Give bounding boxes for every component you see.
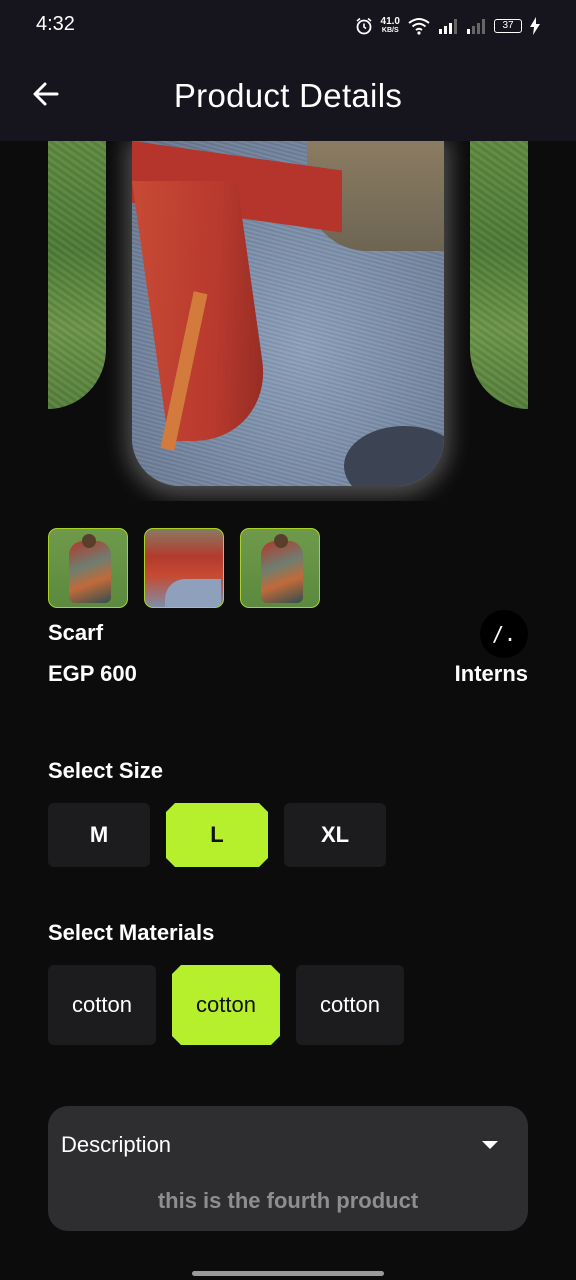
description-toggle[interactable]: Description: [48, 1106, 528, 1182]
size-selector: M L XL: [48, 803, 386, 867]
wifi-icon: [408, 18, 430, 35]
alarm-icon: [356, 17, 372, 35]
network-speed-value: 41.0: [380, 16, 400, 27]
thumbnail-2[interactable]: [144, 528, 224, 608]
material-option-1[interactable]: cotton: [48, 965, 156, 1045]
material-option-2[interactable]: cotton: [172, 965, 280, 1045]
app-bar: Product Details: [0, 50, 576, 141]
network-speed: 41.0 KB/S: [381, 17, 400, 35]
description-label: Description: [61, 1132, 172, 1157]
thumbnail-1[interactable]: [48, 528, 128, 608]
main-product-image[interactable]: [132, 141, 444, 486]
signal-icon-sim2: [467, 19, 485, 34]
brand-logo[interactable]: /.: [480, 610, 528, 658]
status-time: 4:32: [36, 13, 75, 35]
caret-down-icon: [482, 1141, 498, 1149]
status-bar: 4:32 41.0 KB/S 37: [0, 0, 576, 50]
description-text: this is the fourth product: [157, 1188, 419, 1213]
select-materials-title: Select Materials: [48, 920, 215, 945]
size-option-l[interactable]: L: [166, 803, 268, 867]
material-selector: cotton cotton cotton: [48, 965, 404, 1045]
material-option-3[interactable]: cotton: [296, 965, 404, 1045]
home-indicator[interactable]: [192, 1271, 384, 1276]
size-option-m[interactable]: M: [48, 803, 150, 867]
previous-product-image[interactable]: [48, 141, 106, 409]
brand-logo-text: /.: [491, 622, 517, 646]
product-name: Scarf: [48, 620, 104, 645]
status-icons: 41.0 KB/S 37: [355, 14, 540, 38]
charging-bolt-icon: [530, 17, 540, 35]
product-price: EGP 600: [48, 661, 137, 686]
brand-name: Interns: [454, 661, 528, 686]
network-speed-unit: KB/S: [381, 27, 399, 34]
signal-icon-sim1: [439, 19, 457, 34]
description-card: Description this is the fourth product: [48, 1106, 528, 1231]
select-size-title: Select Size: [48, 758, 163, 783]
image-thumbnails: [48, 528, 320, 608]
page-title: Product Details: [173, 77, 403, 114]
thumbnail-3[interactable]: [240, 528, 320, 608]
size-option-xl[interactable]: XL: [284, 803, 386, 867]
battery-icon: 37: [494, 19, 522, 33]
next-product-image[interactable]: [470, 141, 528, 409]
product-image-carousel[interactable]: [0, 141, 576, 501]
